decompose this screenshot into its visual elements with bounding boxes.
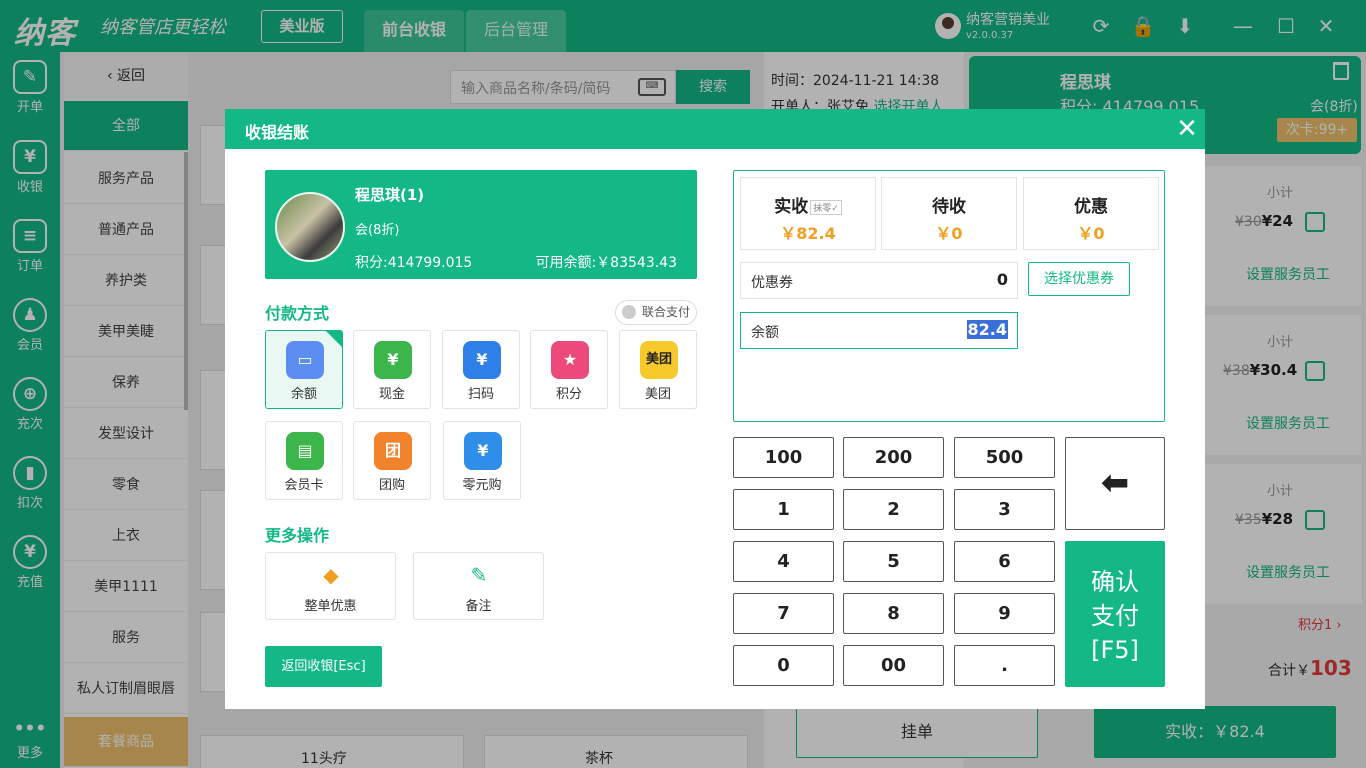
confirm-line: 确认 xyxy=(1091,568,1139,596)
pay-option-points[interactable]: ★ 积分 xyxy=(530,330,608,409)
pay-option-label: 积分 xyxy=(555,387,582,402)
note-icon: ✎ xyxy=(470,563,488,587)
key-2[interactable]: 2 xyxy=(843,489,944,530)
erase-change-checkbox[interactable]: 抹零✓ xyxy=(810,199,842,215)
discount-value: ￥0 xyxy=(1077,224,1105,243)
received-cell: 实收 抹零✓ ￥82.4 xyxy=(740,177,876,250)
close-icon[interactable]: ✕ xyxy=(1173,113,1201,145)
member-name: 程思琪(1) xyxy=(355,186,425,204)
coupon-value: 0 xyxy=(996,270,1008,289)
pay-option-cash[interactable]: ¥ 现金 xyxy=(353,330,431,409)
payment-section-title: 付款方式 xyxy=(265,304,330,323)
key-0[interactable]: 0 xyxy=(733,645,834,686)
member-level: 会(8折) xyxy=(355,223,400,238)
member-card-icon: ▤ xyxy=(286,432,324,470)
pay-option-group-buy[interactable]: 团 团购 xyxy=(353,421,431,500)
more-op-label: 整单优惠 xyxy=(304,599,357,614)
key-4[interactable]: 4 xyxy=(733,541,834,582)
pay-option-zero-purchase[interactable]: ¥ 零元购 xyxy=(443,421,521,500)
pay-option-member-card[interactable]: ▤ 会员卡 xyxy=(265,421,343,500)
key-dot[interactable]: . xyxy=(954,645,1055,686)
pay-option-label: 美团 xyxy=(644,387,671,402)
balance-icon: ▭ xyxy=(286,341,324,379)
note-button[interactable]: ✎ 备注 xyxy=(413,552,544,620)
key-1[interactable]: 1 xyxy=(733,489,834,530)
scan-icon: ¥ xyxy=(463,341,501,379)
meituan-icon: 美团 xyxy=(640,341,678,379)
pending-label: 待收 xyxy=(932,197,966,217)
received-label-row: 实收 抹零✓ xyxy=(741,192,875,217)
member-info-box: 程思琪(1) 会(8折) 积分:414799.015 可用余额:￥83543.4… xyxy=(265,170,697,279)
key-200[interactable]: 200 xyxy=(843,437,944,478)
combo-pay-toggle[interactable]: 联合支付 xyxy=(615,300,697,325)
pay-option-label: 余额 xyxy=(290,387,317,402)
balance-label: 余额 xyxy=(751,325,779,341)
pay-option-label: 零元购 xyxy=(462,478,502,493)
pay-option-meituan[interactable]: 美团 美团 xyxy=(619,330,697,409)
key-5[interactable]: 5 xyxy=(843,541,944,582)
discount-cell: 优惠 ￥0 xyxy=(1023,177,1159,250)
key-9[interactable]: 9 xyxy=(954,593,1055,634)
pay-option-label: 团购 xyxy=(378,478,405,493)
points-icon: ★ xyxy=(551,341,589,379)
select-coupon-button[interactable]: 选择优惠券 xyxy=(1028,262,1130,296)
received-value: ￥82.4 xyxy=(780,224,836,243)
discount-tag-icon: ◆ xyxy=(323,563,339,587)
modal-header: 收银结账 ✕ xyxy=(225,109,1205,149)
avatar xyxy=(275,192,345,262)
balance-amount-field[interactable]: 余额 82.4 xyxy=(740,312,1018,349)
coupon-label: 优惠券 xyxy=(751,275,793,291)
cash-icon: ¥ xyxy=(374,341,412,379)
confirm-pay-button[interactable]: 确认 支付 [F5] xyxy=(1065,541,1165,687)
checkout-modal: 收银结账 ✕ 程思琪(1) 会(8折) 积分:414799.015 可用余额:￥… xyxy=(225,109,1205,709)
more-ops-title: 更多操作 xyxy=(265,526,330,545)
pay-option-label: 扫码 xyxy=(467,387,494,402)
discount-label: 优惠 xyxy=(1074,197,1108,217)
pay-option-label: 会员卡 xyxy=(284,478,324,493)
pending-cell: 待收 ￥0 xyxy=(881,177,1017,250)
backspace-icon[interactable]: ⬅ xyxy=(1065,437,1165,530)
key-100[interactable]: 100 xyxy=(733,437,834,478)
zero-purchase-icon: ¥ xyxy=(464,432,502,470)
group-buy-icon: 团 xyxy=(374,432,412,470)
key-6[interactable]: 6 xyxy=(954,541,1055,582)
pay-option-balance[interactable]: ▭ 余额 xyxy=(265,330,343,409)
key-7[interactable]: 7 xyxy=(733,593,834,634)
pay-option-label: 现金 xyxy=(378,387,405,402)
modal-title: 收银结账 xyxy=(245,123,310,142)
key-500[interactable]: 500 xyxy=(954,437,1055,478)
payment-summary: 实收 抹零✓ ￥82.4 待收 ￥0 优惠 ￥0 优惠券 0 选择优惠券 余额 8… xyxy=(733,170,1165,422)
coupon-field[interactable]: 优惠券 0 xyxy=(740,262,1018,299)
whole-order-discount-button[interactable]: ◆ 整单优惠 xyxy=(265,552,396,620)
pay-option-scan[interactable]: ¥ 扫码 xyxy=(442,330,520,409)
member-points: 积分:414799.015 xyxy=(355,255,473,271)
balance-amount-input[interactable]: 82.4 xyxy=(966,320,1008,339)
erase-label: 抹零 xyxy=(813,203,832,214)
received-label: 实收 xyxy=(774,197,809,217)
check-icon xyxy=(326,331,342,347)
confirm-line: 支付 xyxy=(1091,602,1139,630)
key-8[interactable]: 8 xyxy=(843,593,944,634)
pending-value: ￥0 xyxy=(935,224,963,243)
confirm-line: [F5] xyxy=(1091,636,1139,664)
key-3[interactable]: 3 xyxy=(954,489,1055,530)
member-balance: 可用余额:￥83543.43 xyxy=(535,255,677,271)
key-00[interactable]: 00 xyxy=(843,645,944,686)
back-to-cashier-button[interactable]: 返回收银[Esc] xyxy=(265,646,382,687)
more-op-label: 备注 xyxy=(465,599,492,614)
